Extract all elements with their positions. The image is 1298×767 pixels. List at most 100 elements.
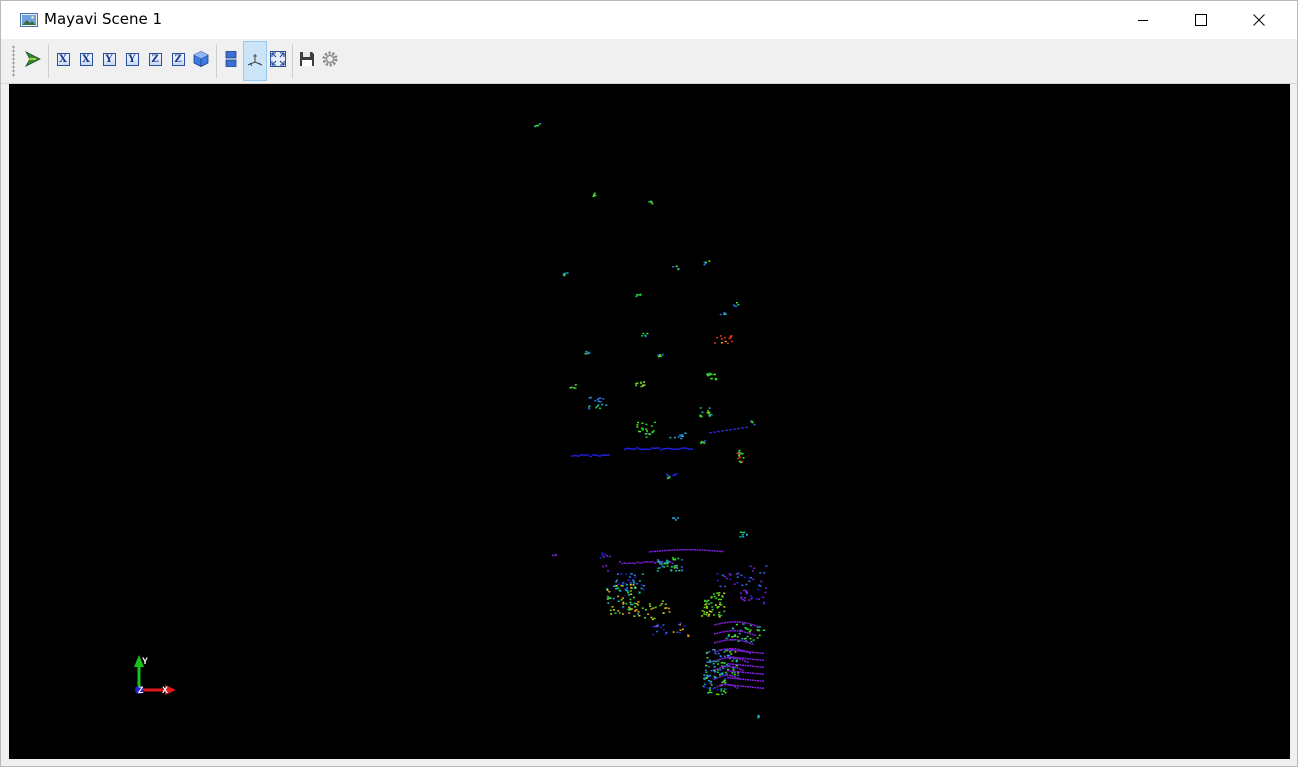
point [745,590,748,592]
point [606,588,609,590]
point [759,572,762,574]
point [754,658,757,661]
point [665,561,668,564]
point [727,635,730,638]
point [660,448,663,451]
configure-scene-button[interactable] [319,41,341,77]
parallel-projection-button[interactable] [220,41,242,77]
point [634,586,637,589]
point [566,272,569,274]
point [674,559,676,561]
point [715,597,718,600]
point [635,384,638,387]
save-scene-button[interactable] [296,41,318,77]
point [649,561,651,563]
isometric-view-button[interactable] [190,41,212,77]
point [607,597,610,600]
point [634,606,637,608]
point [735,623,738,626]
point [653,617,656,620]
point [656,559,659,561]
point [749,595,752,597]
point [731,672,734,674]
point [639,293,642,296]
point [729,578,732,581]
point [725,637,728,640]
point [671,557,674,559]
point [723,592,726,595]
point [710,602,713,604]
point [729,656,732,658]
point [630,448,633,450]
point [638,615,641,617]
point-cloud-scene[interactable]: Y X Z [9,84,1290,759]
mayavi-pipeline-icon [24,51,41,67]
point [643,384,646,386]
point [726,639,729,641]
point [671,562,674,564]
point [605,564,608,567]
view-z-minus-button[interactable]: Z [167,41,189,77]
point [594,194,597,197]
point [633,574,636,576]
axes-indicator-button[interactable] [243,41,267,81]
point [629,582,632,584]
point [729,621,731,623]
point [637,294,640,296]
point [752,658,754,660]
point [726,630,729,632]
render-viewport[interactable]: Y X Z [9,84,1290,759]
minimize-button[interactable] [1114,1,1172,39]
point [627,579,630,581]
point [681,569,684,571]
point [661,565,664,568]
point [705,671,708,673]
point [607,570,610,572]
point [721,640,724,642]
point [740,574,743,577]
close-button[interactable] [1230,1,1288,39]
view-y-minus-button[interactable]: Y [121,41,143,77]
point [754,679,757,682]
point [646,430,648,432]
point [705,613,708,616]
point [630,593,633,595]
point [742,664,744,666]
point [729,677,732,679]
point [554,553,557,556]
point [740,452,743,455]
point [708,373,710,375]
point [736,621,739,623]
point [759,680,762,682]
point [736,582,739,584]
point [660,602,663,605]
view-z-plus-button[interactable]: Z [144,41,166,77]
point [703,678,706,680]
full-screen-button[interactable] [267,41,289,77]
view-x-minus-button[interactable]: X [75,41,97,77]
point [733,428,736,430]
toolbar-grip[interactable] [12,45,15,77]
point [644,561,646,563]
view-y-plus-button[interactable]: Y [98,41,120,77]
pipeline-button[interactable] [22,41,44,77]
z-axis-label: Z [138,685,144,695]
point [745,426,748,429]
point [708,610,711,612]
point [734,656,737,659]
point [676,549,679,551]
title-bar[interactable]: Mayavi Scene 1 [1,1,1297,39]
point [744,664,747,667]
view-x-plus-button[interactable]: X [52,41,74,77]
point [726,674,729,677]
point [627,594,630,596]
point [724,681,727,684]
point [710,373,713,375]
point [732,635,735,638]
point [749,632,751,635]
maximize-button[interactable] [1172,1,1230,39]
point [631,603,634,606]
point [649,433,652,436]
point [729,639,731,641]
point [675,448,678,450]
